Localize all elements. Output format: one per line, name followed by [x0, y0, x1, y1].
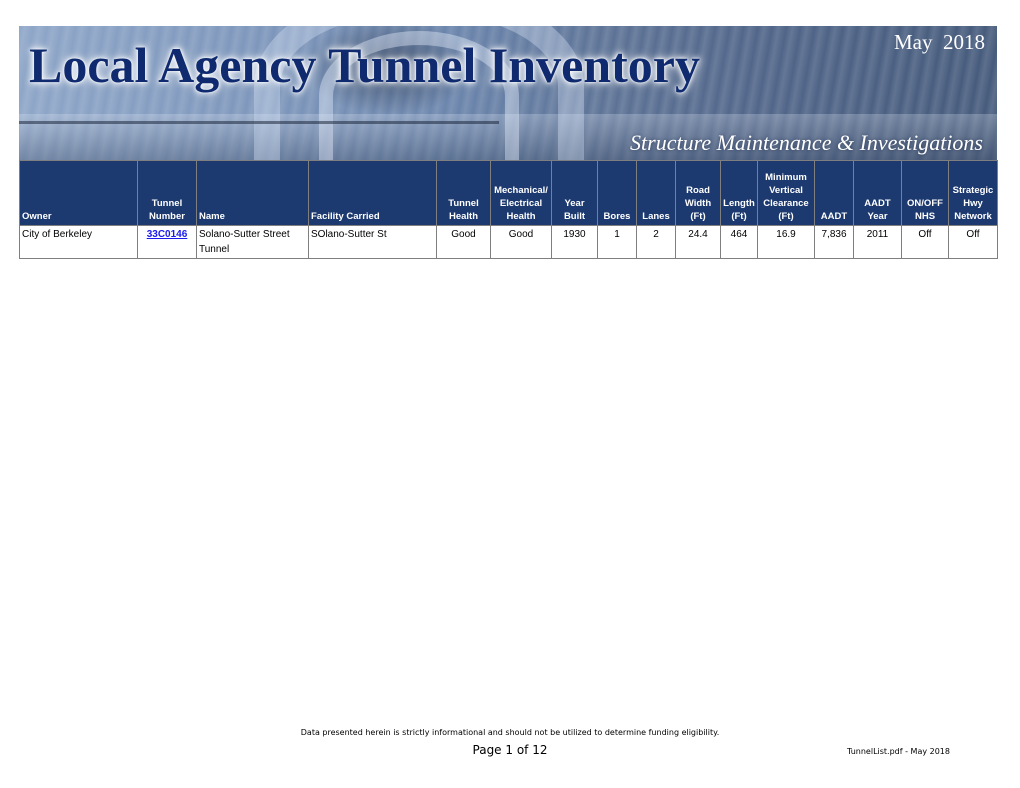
column-header-facility-carried: Facility Carried	[308, 160, 437, 226]
column-header-mech-elec-health: Mechanical/ Electrical Health	[490, 160, 552, 226]
file-label: TunnelList.pdf - May 2018	[847, 747, 950, 756]
column-header-nhs: ON/OFF NHS	[901, 160, 949, 226]
column-header-bores: Bores	[597, 160, 637, 226]
cell-nhs: Off	[901, 225, 949, 259]
column-header-owner: Owner	[19, 160, 138, 226]
cell-tunnel-number: 33C0146	[137, 225, 197, 259]
column-header-lanes: Lanes	[636, 160, 676, 226]
cell-strategic-hwy: Off	[948, 225, 998, 259]
column-header-name: Name	[196, 160, 309, 226]
cell-owner: City of Berkeley	[19, 225, 138, 259]
tunnel-inventory-table: Owner Tunnel Number Name Facility Carried Tu…	[19, 160, 998, 259]
cell-name: Solano-Sutter Street Tunnel	[196, 225, 309, 259]
column-header-tunnel-number: Tunnel Number	[137, 160, 197, 226]
tunnel-number-link[interactable]: 33C0146	[147, 229, 188, 240]
column-header-aadt-year: AADT Year	[853, 160, 902, 226]
cell-min-vert-clearance: 16.9	[757, 225, 815, 259]
column-header-length: Length (Ft)	[720, 160, 758, 226]
header-banner: Local Agency Tunnel Inventory May 2018 S…	[19, 26, 997, 160]
cell-bores: 1	[597, 225, 637, 259]
cell-aadt: 7,836	[814, 225, 854, 259]
cell-lanes: 2	[636, 225, 676, 259]
cell-tunnel-health: Good	[436, 225, 491, 259]
cell-length: 464	[720, 225, 758, 259]
column-header-min-vert-clearance: Minimum Vertical Clearance (Ft)	[757, 160, 815, 226]
column-header-road-width: Road Width (Ft)	[675, 160, 721, 226]
column-header-aadt: AADT	[814, 160, 854, 226]
column-header-strategic-hwy: Strategic Hwy Network	[948, 160, 998, 226]
table-header-row: Owner Tunnel Number Name Facility Carried Tu…	[19, 160, 998, 226]
cell-facility-carried: SOlano-Sutter St	[308, 225, 437, 259]
department-subtitle: Structure Maintenance & Investigations	[630, 130, 983, 155]
cell-mech-elec-health: Good	[490, 225, 552, 259]
page-title: Local Agency Tunnel Inventory	[29, 37, 700, 93]
disclaimer-text: Data presented herein is strictly inform…	[300, 728, 720, 737]
cell-road-width: 24.4	[675, 225, 721, 259]
table-row: City of Berkeley 33C0146 Solano-Sutter Str…	[19, 225, 998, 259]
report-date: May 2018	[894, 30, 985, 54]
column-header-tunnel-health: Tunnel Health	[436, 160, 491, 226]
cell-aadt-year: 2011	[853, 225, 902, 259]
column-header-year-built: Year Built	[551, 160, 598, 226]
cell-year-built: 1930	[551, 225, 598, 259]
